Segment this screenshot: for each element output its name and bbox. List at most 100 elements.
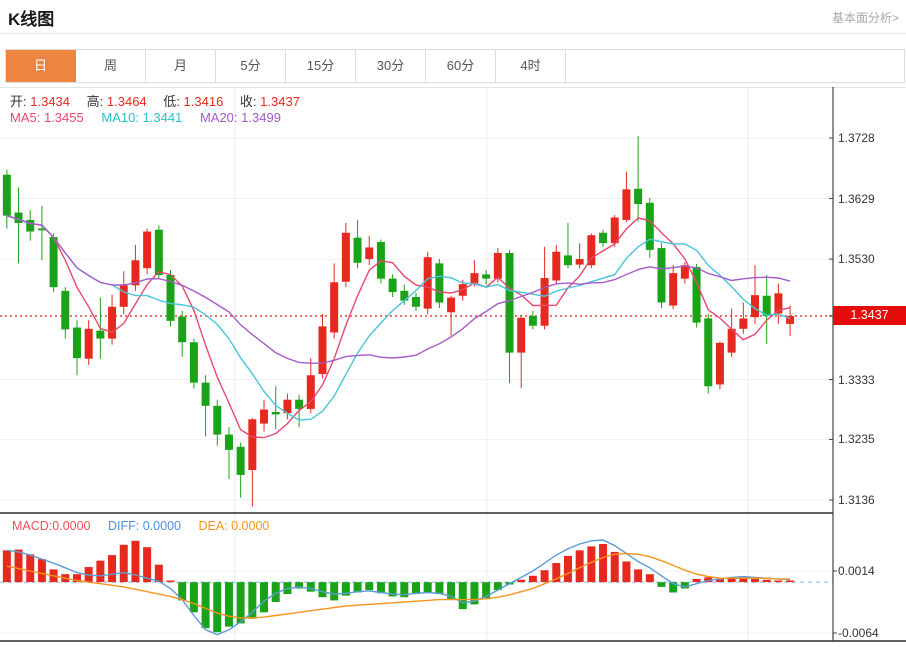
candle-body	[248, 419, 256, 470]
candle-body	[587, 235, 595, 265]
candle-body	[564, 255, 572, 265]
candle-body	[494, 253, 502, 279]
candle-body	[506, 253, 514, 353]
candle-body	[26, 220, 34, 232]
price-axis-label: 1.3235	[838, 432, 875, 446]
candle-body	[85, 329, 93, 359]
macd-bar	[365, 582, 373, 590]
candle-body	[202, 383, 210, 406]
macd-bar	[190, 582, 198, 612]
macd-bar	[318, 582, 326, 597]
macd-bar	[167, 581, 175, 583]
price-axis-label: 1.3629	[838, 192, 875, 206]
candle-body	[622, 189, 630, 220]
candle-body	[155, 230, 163, 275]
candle-body	[225, 435, 233, 450]
macd-legend-row: MACD:0.0000 DIFF: 0.0000 DEA: 0.0000	[12, 519, 269, 533]
macd-bar	[541, 570, 549, 582]
candle-body	[143, 232, 151, 269]
candle-body	[330, 282, 338, 332]
ma-legend-row: MA5: 1.3455 MA10: 1.3441 MA20: 1.3499	[10, 110, 281, 125]
macd-bar	[529, 576, 537, 582]
macd-bar	[155, 565, 163, 582]
macd-bar	[459, 582, 467, 609]
candle-body	[96, 331, 104, 339]
candle-body	[646, 203, 654, 250]
candle-body	[704, 318, 712, 386]
candle-body	[354, 238, 362, 263]
candle-body	[50, 237, 58, 287]
candle-body	[365, 247, 373, 259]
candle-body	[681, 265, 689, 278]
kline-page: K线图 基本面分析> 日周月5分15分30分60分4时 开: 1.3434 高:…	[0, 0, 906, 647]
macd-legend: MACD:0.0000	[12, 519, 91, 533]
macd-bar	[611, 552, 619, 582]
open-label: 开:	[10, 94, 27, 109]
macd-bar	[622, 561, 630, 582]
candle-body	[447, 298, 455, 313]
price-axis-label: 1.3136	[838, 493, 875, 507]
macd-bar	[330, 582, 338, 600]
macd-bar	[774, 581, 782, 583]
macd-bar	[751, 579, 759, 582]
candle-body	[412, 297, 420, 307]
candle-body	[529, 316, 537, 326]
candle-body	[178, 317, 186, 343]
macd-bar	[599, 544, 607, 582]
macd-bar	[26, 554, 34, 582]
current-price-tag: 1.3437	[833, 306, 906, 325]
candle-body	[739, 318, 747, 328]
candle-body	[190, 342, 198, 382]
candle-body	[424, 257, 432, 308]
price-axis-label: 1.3333	[838, 373, 875, 387]
high-value: 1.3464	[107, 94, 147, 109]
candle-body	[470, 273, 478, 283]
macd-bar	[108, 555, 116, 582]
candle-body	[213, 406, 221, 435]
macd-bar	[15, 550, 23, 583]
macd-bar	[786, 581, 794, 583]
open-value: 1.3434	[30, 94, 70, 109]
macd-bar	[202, 582, 210, 628]
macd-bar	[517, 580, 525, 582]
candle-body	[634, 189, 642, 204]
macd-axis-label: 0.0014	[838, 564, 875, 578]
macd-bar	[646, 574, 654, 582]
candle-body	[400, 291, 408, 301]
candle-body	[517, 318, 525, 353]
macd-bar	[260, 582, 268, 612]
candle-body	[599, 233, 607, 243]
candle-body	[435, 263, 443, 302]
candle-body	[3, 175, 11, 216]
candle-body	[73, 328, 81, 359]
candle-body	[669, 273, 677, 305]
price-axis-label: 1.3530	[838, 252, 875, 266]
high-label: 高:	[87, 94, 104, 109]
candle-body	[342, 233, 350, 282]
macd-bar	[213, 582, 221, 632]
diff-legend: DIFF: 0.0000	[108, 519, 181, 533]
ma10-legend: MA10: 1.3441	[101, 110, 182, 125]
macd-bar	[225, 582, 233, 627]
dea-legend: DEA: 0.0000	[198, 519, 269, 533]
macd-bar	[412, 582, 420, 594]
candle-body	[61, 291, 69, 330]
macd-bar	[435, 582, 443, 594]
macd-axis-label: -0.0064	[838, 626, 879, 640]
ma5-legend: MA5: 1.3455	[10, 110, 84, 125]
candle-body	[108, 307, 116, 339]
ma20-legend: MA20: 1.3499	[200, 110, 281, 125]
macd-bar	[657, 582, 665, 587]
candle-body	[318, 326, 326, 374]
candle-body	[237, 447, 245, 475]
macd-bar	[693, 579, 701, 582]
candle-body	[657, 248, 665, 302]
candle-body	[389, 279, 397, 292]
ma10-line	[7, 216, 790, 420]
close-value: 1.3437	[260, 94, 300, 109]
price-axis-label: 1.3728	[838, 131, 875, 145]
candle-body	[716, 343, 724, 385]
candle-body	[272, 412, 280, 414]
low-value: 1.3416	[184, 94, 224, 109]
macd-bar	[248, 582, 256, 619]
